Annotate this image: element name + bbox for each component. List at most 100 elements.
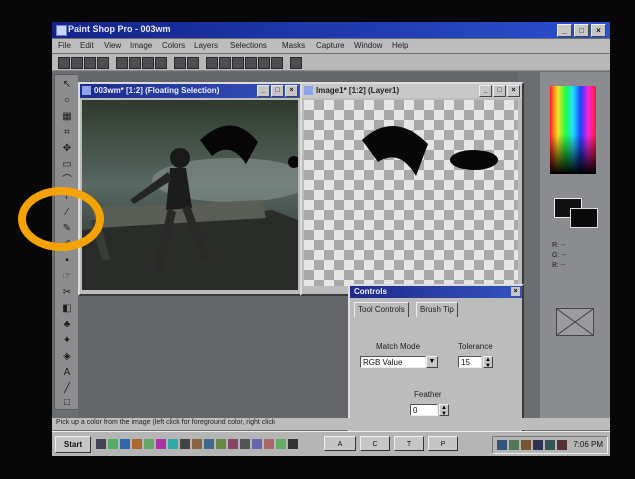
document-titlebar[interactable]: Image1* [1:2] (Layer1) _ □ × <box>302 84 522 98</box>
selection-tool-icon[interactable]: ▭ <box>61 159 73 171</box>
menu-window[interactable]: Window <box>354 41 382 50</box>
new-icon[interactable] <box>58 57 70 69</box>
quicklaunch-icon[interactable] <box>276 439 286 449</box>
doc-maximize-button[interactable]: □ <box>493 85 506 97</box>
feather-input[interactable]: 0 <box>410 404 438 416</box>
tolerance-stepper[interactable]: ▲ ▼ <box>483 356 493 369</box>
color-spectrum[interactable] <box>550 86 596 174</box>
shape-tool-icon[interactable]: □ <box>61 397 73 409</box>
menu-help[interactable]: Help <box>392 41 408 50</box>
task-button[interactable]: C <box>360 436 390 451</box>
eraser-tool-icon[interactable]: ◧ <box>61 303 73 315</box>
quicklaunch-icon[interactable] <box>252 439 262 449</box>
toggle-tool-palette-icon[interactable] <box>206 57 218 69</box>
minimize-button[interactable]: _ <box>557 24 572 37</box>
tray-icon[interactable] <box>557 440 567 450</box>
undo-icon[interactable] <box>116 57 128 69</box>
doc-close-button[interactable]: × <box>285 85 298 97</box>
full-screen-icon[interactable] <box>174 57 186 69</box>
start-button[interactable]: Start <box>55 436 91 453</box>
menu-layers[interactable]: Layers <box>194 41 218 50</box>
doc-maximize-button[interactable]: □ <box>271 85 284 97</box>
retouch-tool-icon[interactable]: ☞ <box>61 271 73 283</box>
arrow-tool-icon[interactable]: ↖ <box>61 79 73 91</box>
quicklaunch-icon[interactable] <box>264 439 274 449</box>
menu-masks[interactable]: Masks <box>282 41 305 50</box>
paste-icon[interactable] <box>155 57 167 69</box>
text-tool-icon[interactable]: A <box>61 367 73 379</box>
maximize-button[interactable]: □ <box>574 24 589 37</box>
tab-tool-controls[interactable]: Tool Controls <box>354 302 409 317</box>
flood-fill-tool-icon[interactable]: ◈ <box>61 351 73 363</box>
tab-brush-tip[interactable]: Brush Tip <box>416 302 458 317</box>
print-icon[interactable] <box>97 57 109 69</box>
quicklaunch-icon[interactable] <box>204 439 214 449</box>
tray-icon[interactable] <box>533 440 543 450</box>
quicklaunch-icon[interactable] <box>144 439 154 449</box>
tray-icon[interactable] <box>497 440 507 450</box>
overview-thumbnail[interactable] <box>556 308 594 336</box>
quicklaunch-icon[interactable] <box>168 439 178 449</box>
quicklaunch-icon[interactable] <box>240 439 250 449</box>
picture-tube-tool-icon[interactable]: ♣ <box>61 319 73 331</box>
scratch-remover-tool-icon[interactable]: ✂ <box>61 287 73 299</box>
quicklaunch-icon[interactable] <box>288 439 298 449</box>
chevron-down-icon[interactable]: ▼ <box>426 356 438 368</box>
copy-icon[interactable] <box>142 57 154 69</box>
document-titlebar[interactable]: 003wm* [1:2] (Floating Selection) _ □ × <box>80 84 300 98</box>
menu-colors[interactable]: Colors <box>162 41 185 50</box>
quicklaunch-icon[interactable] <box>120 439 130 449</box>
freehand-tool-icon[interactable]: ⌒ <box>61 175 73 187</box>
help-icon[interactable] <box>290 57 302 69</box>
document-window-layer[interactable]: Image1* [1:2] (Layer1) _ □ × <box>300 82 524 296</box>
toggle-overview-icon[interactable] <box>271 57 283 69</box>
quicklaunch-icon[interactable] <box>192 439 202 449</box>
controls-close-button[interactable]: × <box>511 287 520 296</box>
feather-stepper[interactable]: ▲ ▼ <box>439 404 449 417</box>
tray-icon[interactable] <box>521 440 531 450</box>
toggle-controls-icon[interactable] <box>219 57 231 69</box>
menu-image[interactable]: Image <box>130 41 152 50</box>
line-tool-icon[interactable]: ╱ <box>61 383 73 395</box>
controls-titlebar[interactable]: Controls × <box>350 286 522 298</box>
toggle-color-palette-icon[interactable] <box>232 57 244 69</box>
menu-edit[interactable]: Edit <box>80 41 94 50</box>
background-color-swatch[interactable] <box>570 208 598 228</box>
mover-tool-icon[interactable]: ✥ <box>61 143 73 155</box>
zoom-icon[interactable] <box>187 57 199 69</box>
close-button[interactable]: × <box>591 24 606 37</box>
match-mode-select[interactable]: RGB Value <box>360 356 426 368</box>
color-replacer-tool-icon[interactable]: ▪ <box>61 255 73 267</box>
airbrush-tool-icon[interactable]: ✦ <box>61 335 73 347</box>
cut-icon[interactable] <box>129 57 141 69</box>
doc-minimize-button[interactable]: _ <box>479 85 492 97</box>
quicklaunch-icon[interactable] <box>132 439 142 449</box>
menu-view[interactable]: View <box>104 41 121 50</box>
tray-icon[interactable] <box>545 440 555 450</box>
deformation-tool-icon[interactable]: ▦ <box>61 111 73 123</box>
tray-icon[interactable] <box>509 440 519 450</box>
quicklaunch-icon[interactable] <box>96 439 106 449</box>
document-window-photo[interactable]: 003wm* [1:2] (Floating Selection) _ □ × <box>78 82 302 296</box>
quicklaunch-icon[interactable] <box>228 439 238 449</box>
task-button[interactable]: A <box>324 436 356 451</box>
menu-selections[interactable]: Selections <box>230 41 267 50</box>
crop-tool-icon[interactable]: ⌗ <box>61 127 73 139</box>
tolerance-input[interactable]: 15 <box>458 356 482 368</box>
save-icon[interactable] <box>84 57 96 69</box>
zoom-tool-icon[interactable]: ○ <box>61 95 73 107</box>
quicklaunch-icon[interactable] <box>156 439 166 449</box>
doc-minimize-button[interactable]: _ <box>257 85 270 97</box>
task-button[interactable]: T <box>394 436 424 451</box>
toggle-layers-icon[interactable] <box>258 57 270 69</box>
quicklaunch-icon[interactable] <box>180 439 190 449</box>
quicklaunch-icon[interactable] <box>216 439 226 449</box>
menu-capture[interactable]: Capture <box>316 41 344 50</box>
photo-canvas[interactable] <box>82 100 298 290</box>
open-icon[interactable] <box>71 57 83 69</box>
menu-file[interactable]: File <box>58 41 71 50</box>
toggle-histogram-icon[interactable] <box>245 57 257 69</box>
quicklaunch-icon[interactable] <box>108 439 118 449</box>
doc-close-button[interactable]: × <box>507 85 520 97</box>
task-button[interactable]: P <box>428 436 458 451</box>
